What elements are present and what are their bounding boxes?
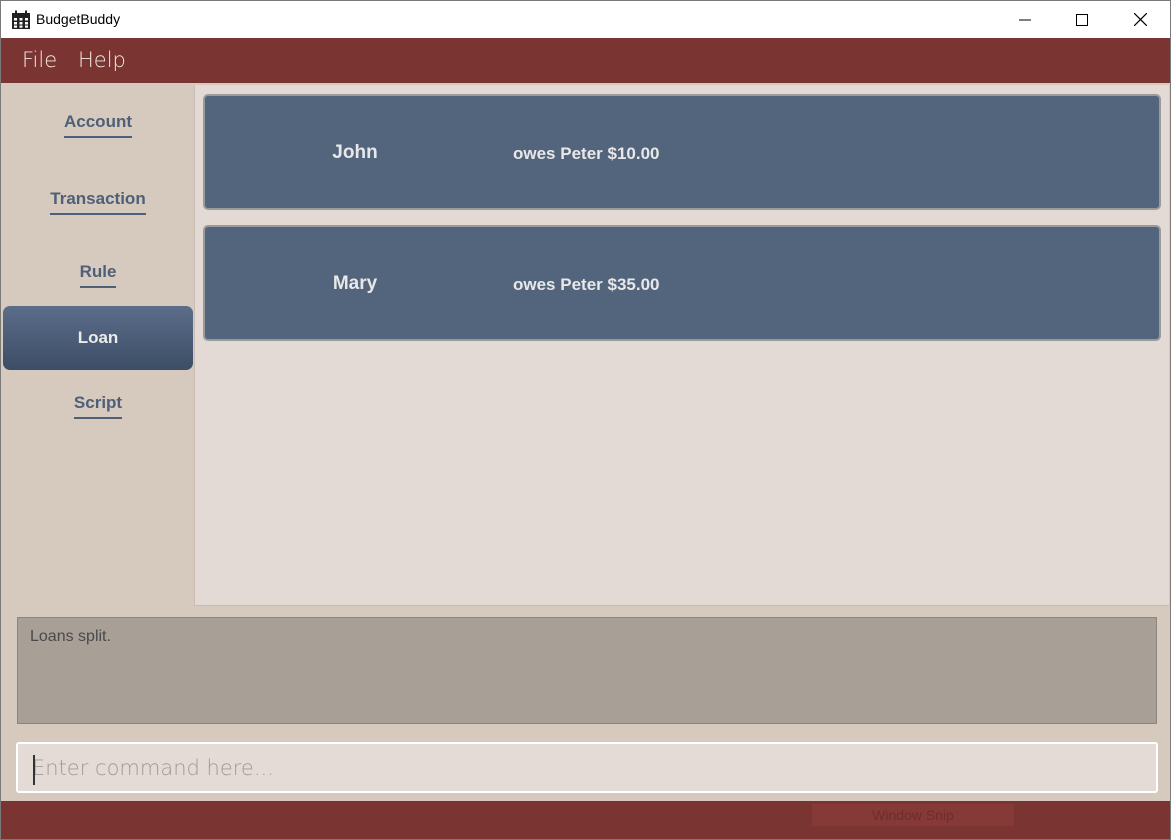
- maximize-icon: [1076, 13, 1088, 26]
- sidebar-item-label: Transaction: [50, 189, 146, 215]
- sidebar: Account Transaction Rule Loan Script: [1, 83, 193, 607]
- command-input[interactable]: [32, 752, 1132, 784]
- result-text: Loans split.: [30, 628, 111, 645]
- sidebar-item-transaction[interactable]: Transaction: [3, 170, 193, 234]
- sidebar-item-rule[interactable]: Rule: [3, 243, 193, 307]
- loan-debtor-name: Mary: [332, 273, 378, 294]
- loan-card[interactable]: Mary owes Peter $35.00: [203, 225, 1161, 341]
- loan-description: owes Peter $35.00: [513, 275, 660, 294]
- loan-description: owes Peter $10.00: [513, 144, 660, 163]
- sidebar-item-loan[interactable]: Loan: [3, 306, 193, 370]
- app-window: BudgetBuddy File Help Account Transactio…: [0, 0, 1171, 840]
- window-snip-label: Window Snip: [812, 804, 1014, 826]
- sidebar-item-label: Loan: [77, 328, 119, 347]
- minimize-icon: [1019, 19, 1031, 20]
- maximize-button[interactable]: [1053, 1, 1111, 38]
- command-box[interactable]: [16, 742, 1158, 793]
- close-icon: [1133, 13, 1147, 26]
- menu-file[interactable]: File: [22, 48, 57, 72]
- window-title: BudgetBuddy: [36, 11, 121, 27]
- title-bar[interactable]: BudgetBuddy: [1, 1, 1170, 38]
- result-panel: Loans split.: [1, 607, 1170, 737]
- loan-list[interactable]: John owes Peter $10.00 Mary owes Peter $…: [194, 85, 1169, 606]
- calendar-icon: [12, 10, 30, 29]
- sidebar-item-account[interactable]: Account: [3, 93, 193, 157]
- sidebar-item-label: Rule: [79, 262, 117, 288]
- minimize-button[interactable]: [996, 1, 1054, 38]
- sidebar-item-label: Script: [73, 393, 123, 419]
- sidebar-item-script[interactable]: Script: [3, 374, 193, 438]
- loan-card[interactable]: John owes Peter $10.00: [203, 94, 1161, 210]
- loan-debtor-name: John: [332, 142, 378, 163]
- close-button[interactable]: [1111, 1, 1169, 38]
- menu-bar: File Help: [1, 38, 1170, 83]
- menu-help[interactable]: Help: [78, 48, 126, 72]
- text-caret: [33, 755, 35, 785]
- result-display[interactable]: Loans split.: [17, 617, 1157, 724]
- sidebar-item-label: Account: [64, 112, 132, 138]
